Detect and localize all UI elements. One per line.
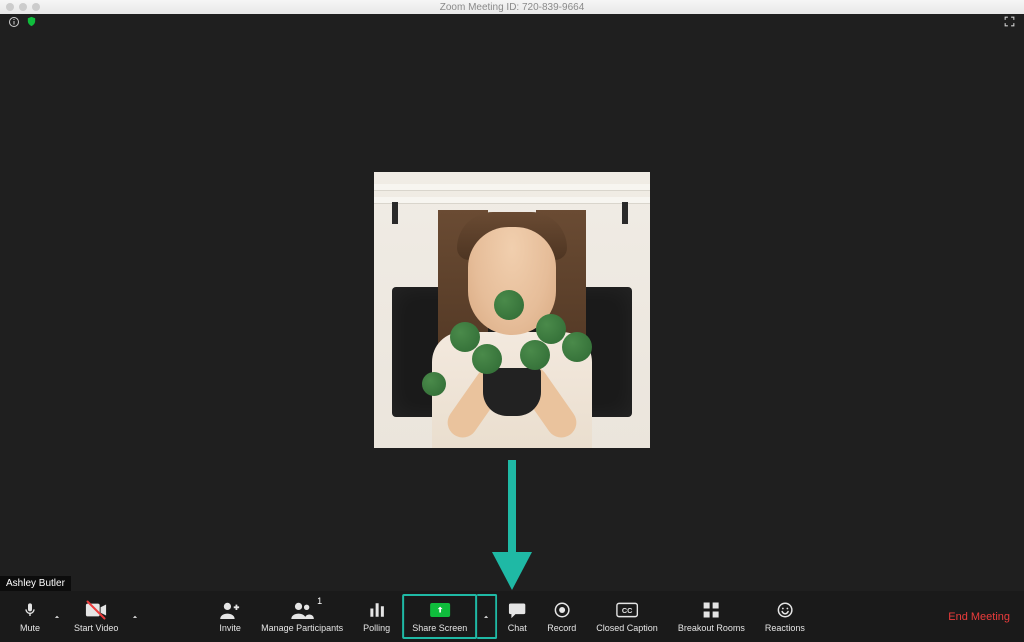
chat-button[interactable]: Chat — [497, 595, 537, 639]
reactions-icon — [776, 601, 794, 619]
closed-caption-button[interactable]: CC Closed Caption — [586, 595, 668, 639]
info-icon[interactable] — [8, 16, 20, 31]
encryption-icon[interactable] — [26, 16, 37, 30]
record-icon — [553, 601, 571, 619]
microphone-icon — [22, 600, 38, 620]
reactions-label: Reactions — [765, 623, 805, 633]
chevron-up-icon — [52, 612, 62, 622]
end-meeting-button[interactable]: End Meeting — [944, 605, 1014, 629]
manage-participants-label: Manage Participants — [261, 623, 343, 633]
chat-icon — [507, 601, 527, 619]
invite-label: Invite — [219, 623, 241, 633]
chevron-up-icon — [130, 612, 140, 622]
polling-icon — [368, 601, 386, 619]
mac-titlebar: Zoom Meeting ID: 720-839-9664 — [0, 0, 1024, 14]
record-label: Record — [547, 623, 576, 633]
invite-button[interactable]: Invite — [209, 595, 251, 639]
breakout-rooms-label: Breakout Rooms — [678, 623, 745, 633]
participants-icon — [290, 601, 314, 619]
record-button[interactable]: Record — [537, 595, 586, 639]
maximize-window-button[interactable] — [32, 3, 40, 11]
closed-caption-label: Closed Caption — [596, 623, 658, 633]
minimize-window-button[interactable] — [19, 3, 27, 11]
participant-name-label: Ashley Butler — [0, 576, 71, 591]
participant-video-tile[interactable] — [374, 172, 650, 448]
start-video-label: Start Video — [74, 623, 118, 633]
svg-text:CC: CC — [622, 606, 633, 615]
share-screen-button[interactable]: Share Screen — [402, 594, 477, 639]
share-screen-icon — [430, 603, 450, 617]
mute-button[interactable]: Mute — [10, 595, 50, 639]
meeting-window: Ashley Butler Mute Start Video — [0, 14, 1024, 642]
breakout-rooms-icon — [702, 601, 720, 619]
share-screen-label: Share Screen — [412, 623, 467, 633]
invite-icon — [219, 601, 241, 619]
chevron-up-icon — [481, 612, 491, 622]
video-area — [0, 32, 1024, 591]
breakout-rooms-button[interactable]: Breakout Rooms — [668, 595, 755, 639]
video-options-chevron[interactable] — [128, 595, 142, 639]
closed-caption-icon: CC — [616, 602, 638, 618]
start-video-button[interactable]: Start Video — [64, 595, 128, 639]
polling-button[interactable]: Polling — [353, 595, 400, 639]
mute-label: Mute — [20, 623, 40, 633]
top-bar — [0, 14, 1024, 32]
polling-label: Polling — [363, 623, 390, 633]
fullscreen-icon[interactable] — [1003, 15, 1016, 31]
chat-label: Chat — [508, 623, 527, 633]
manage-participants-button[interactable]: 1 Manage Participants — [251, 595, 353, 639]
share-options-chevron[interactable] — [477, 594, 497, 639]
reactions-button[interactable]: Reactions — [755, 595, 815, 639]
audio-options-chevron[interactable] — [50, 595, 64, 639]
participants-count-badge: 1 — [317, 596, 322, 606]
close-window-button[interactable] — [6, 3, 14, 11]
bottom-toolbar: Mute Start Video Invite — [0, 591, 1024, 642]
window-title: Zoom Meeting ID: 720-839-9664 — [440, 2, 585, 13]
